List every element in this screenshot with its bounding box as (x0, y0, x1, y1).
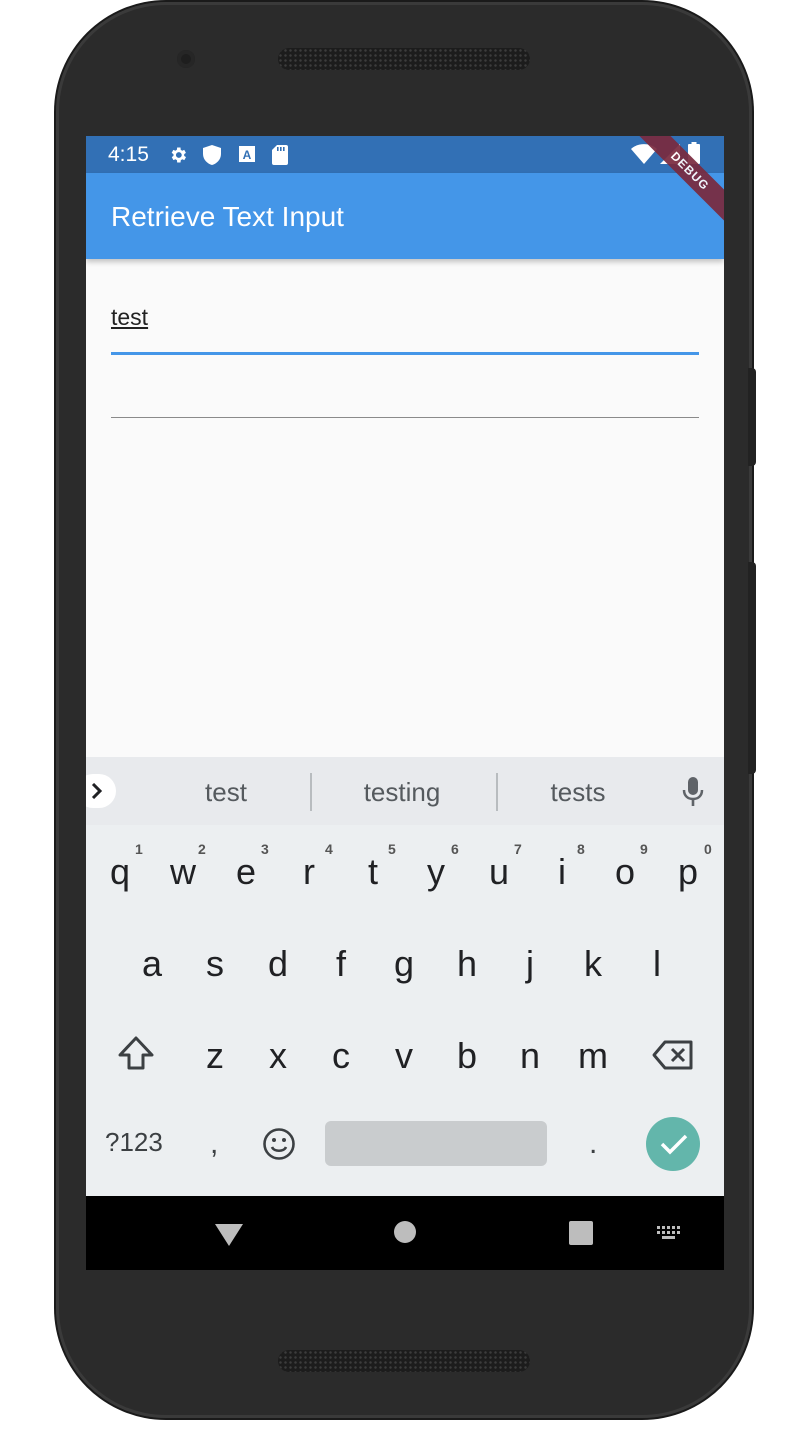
key-z[interactable]: z (190, 1035, 240, 1077)
suggestion-3[interactable]: tests (528, 777, 628, 808)
keyboard-switch-icon[interactable] (657, 1226, 683, 1245)
emoji-key[interactable] (262, 1127, 296, 1166)
home-icon[interactable] (394, 1221, 416, 1248)
app-bar: Retrieve Text Input (86, 173, 724, 259)
key-hint: 3 (261, 841, 269, 857)
key-i[interactable]: i (537, 851, 587, 893)
key-l[interactable]: l (632, 943, 682, 985)
sd-card-icon (272, 145, 288, 170)
checkmark-icon (660, 1134, 688, 1155)
key-m[interactable]: m (568, 1035, 618, 1077)
recents-icon[interactable] (569, 1221, 593, 1250)
status-bar: 4:15 A (86, 136, 724, 173)
suggestion-divider (496, 773, 498, 811)
key-hint: 7 (514, 841, 522, 857)
key-hint: 4 (325, 841, 333, 857)
key-hint: 9 (640, 841, 648, 857)
key-a[interactable]: a (127, 943, 177, 985)
text-input-value: test (111, 304, 149, 330)
symbols-key[interactable]: ?123 (105, 1127, 163, 1158)
key-hint: 8 (577, 841, 585, 857)
mic-icon[interactable] (682, 777, 704, 812)
text-input-field[interactable]: test (111, 296, 699, 355)
key-hint: 6 (451, 841, 459, 857)
shift-icon (118, 1036, 154, 1070)
navigation-bar (86, 1196, 724, 1270)
key-d[interactable]: d (253, 943, 303, 985)
front-camera (177, 50, 195, 68)
screen: 4:15 A Retrieve Text Input DEBUG test te… (86, 136, 724, 1270)
key-g[interactable]: g (379, 943, 429, 985)
key-x[interactable]: x (253, 1035, 303, 1077)
key-e[interactable]: e (221, 851, 271, 893)
font-a-icon: A (238, 145, 256, 168)
page-title: Retrieve Text Input (111, 201, 344, 232)
key-j[interactable]: j (505, 943, 555, 985)
chevron-right-icon (91, 783, 103, 799)
key-w[interactable]: w (158, 851, 208, 893)
space-bar[interactable] (325, 1121, 547, 1166)
key-k[interactable]: k (568, 943, 618, 985)
bottom-speaker (278, 1350, 530, 1372)
key-t[interactable]: t (348, 851, 398, 893)
key-u[interactable]: u (474, 851, 524, 893)
backspace-icon (652, 1040, 693, 1070)
key-q[interactable]: q (95, 851, 145, 893)
key-n[interactable]: n (505, 1035, 555, 1077)
comma-key[interactable]: , (210, 1127, 218, 1161)
emoji-icon (263, 1128, 295, 1160)
key-y[interactable]: y (411, 851, 461, 893)
key-hint: 0 (704, 841, 712, 857)
shield-icon (203, 145, 221, 170)
key-hint: 5 (388, 841, 396, 857)
key-c[interactable]: c (316, 1035, 366, 1077)
key-b[interactable]: b (442, 1035, 492, 1077)
back-icon[interactable] (215, 1222, 243, 1251)
key-v[interactable]: v (379, 1035, 429, 1077)
suggestion-strip: test testing tests (86, 757, 724, 825)
volume-button (748, 562, 756, 774)
soft-keyboard: test testing tests q w e r t y u i o p 1… (86, 757, 724, 1196)
period-key[interactable]: . (589, 1127, 597, 1161)
top-speaker (278, 48, 530, 70)
key-h[interactable]: h (442, 943, 492, 985)
expand-suggestions-button[interactable] (86, 774, 116, 808)
key-hint: 1 (135, 841, 143, 857)
suggestion-2[interactable]: testing (342, 777, 462, 808)
suggestion-1[interactable]: test (176, 777, 276, 808)
shift-key[interactable] (117, 1035, 155, 1076)
key-r[interactable]: r (284, 851, 334, 893)
backspace-key[interactable] (652, 1040, 694, 1075)
key-o[interactable]: o (600, 851, 650, 893)
key-p[interactable]: p (663, 851, 713, 893)
key-f[interactable]: f (316, 943, 366, 985)
key-hint: 2 (198, 841, 206, 857)
svg-text:A: A (243, 148, 252, 162)
key-s[interactable]: s (190, 943, 240, 985)
done-button[interactable] (646, 1117, 700, 1171)
power-button (748, 368, 756, 466)
suggestion-divider (310, 773, 312, 811)
second-text-field[interactable] (111, 376, 699, 418)
settings-icon (168, 145, 188, 170)
status-time: 4:15 (108, 143, 149, 166)
